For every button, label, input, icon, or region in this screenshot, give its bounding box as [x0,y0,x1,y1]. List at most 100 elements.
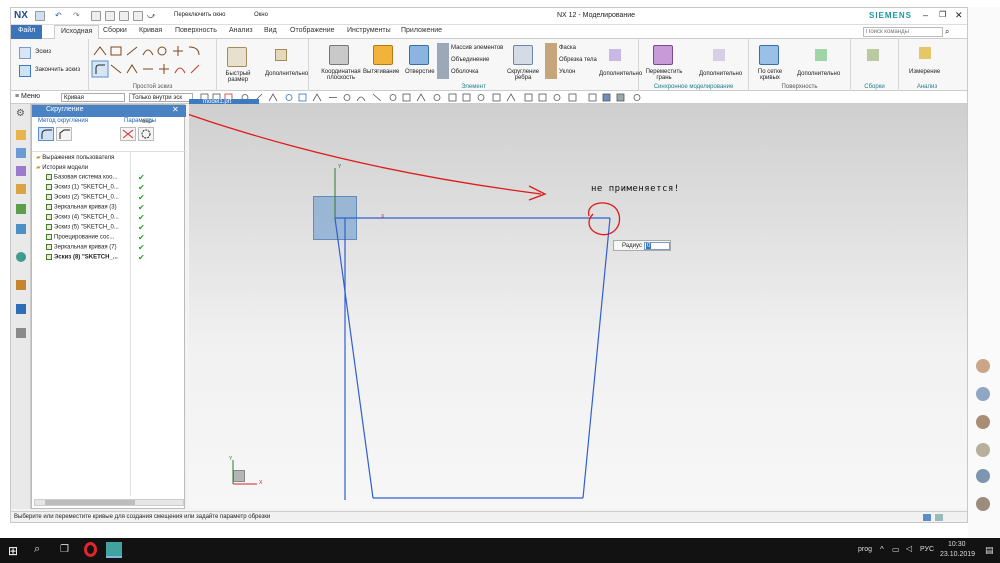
horizontal-scrollbar[interactable] [34,499,184,506]
system-materials-icon[interactable] [16,280,26,290]
history-item[interactable]: Эскиз (4) "SKETCH_0... [46,214,119,224]
checkbox-icon[interactable] [46,214,52,220]
checkbox-icon[interactable] [46,174,52,180]
sketch-tools-icons[interactable] [89,39,217,83]
chamfer-fillet-button[interactable] [56,127,72,141]
copy-icon[interactable] [105,11,115,21]
history-icon[interactable] [16,252,26,262]
history-item[interactable]: Базовая система коо... [46,174,117,184]
checkbox-icon[interactable] [46,204,52,210]
unite-button[interactable]: Объединение [451,57,489,63]
tab-home[interactable]: Исходная [54,25,100,39]
history-item[interactable]: Эскиз (5) "SKETCH_0... [46,224,119,234]
window-menu-button[interactable]: Окно [254,12,268,18]
gear-icon[interactable]: ⚙ [16,108,25,119]
finish-sketch-button[interactable]: Закончить эскиз [35,67,80,73]
avatar[interactable] [976,443,990,457]
tab-view[interactable]: Вид [264,27,277,34]
pattern-feature-button[interactable]: Массив элементов [451,45,503,51]
search-icon[interactable]: ⌕ [945,27,949,37]
pattern-feature-icon[interactable] [437,43,449,55]
move-face-icon[interactable] [653,45,673,65]
save-icon[interactable] [35,11,45,21]
avatar[interactable] [976,469,990,483]
trim-body-button[interactable]: Обрезка тела [559,57,597,63]
tab-application[interactable]: Приложение [401,27,442,34]
shell-icon[interactable] [437,67,449,79]
additional-sketch-icon[interactable] [275,49,287,61]
additional-sync-button[interactable]: Дополнительно [699,71,742,77]
chevron-up-icon[interactable]: ^ [880,545,884,554]
tab-analysis[interactable]: Анализ [229,27,253,34]
trim-body-icon[interactable] [545,55,557,67]
part-navigator-icon[interactable] [16,130,26,140]
volume-icon[interactable]: ◁ [906,544,912,553]
menu-button[interactable]: ≡ Меню [15,93,40,100]
delete-third-curve-button[interactable] [138,127,154,141]
search-input[interactable] [863,27,943,37]
radius-value-input[interactable]: 0 [644,242,670,250]
maximize-button[interactable]: ❐ [939,10,946,19]
sketch-icon[interactable] [19,47,31,59]
clock-time[interactable]: 10:30 [948,541,966,548]
sketch-profile[interactable] [334,217,611,500]
type-filter-select[interactable]: Кривая [61,93,125,102]
constraint-navigator-icon[interactable] [16,166,26,176]
assemblies-icon[interactable] [867,49,879,61]
draft-icon[interactable] [545,67,557,79]
language-indicator[interactable]: РУС [920,546,934,553]
tab-surface[interactable]: Поверхность [175,27,217,34]
model-history-node[interactable]: ▰ История модели [36,164,88,174]
tab-tools[interactable]: Инструменты [347,27,391,34]
additional-sync-icon[interactable] [713,49,725,61]
avatar[interactable] [976,415,990,429]
task-view-icon[interactable]: ❐ [60,544,69,555]
additional-sketch-button[interactable]: Дополнительно [265,71,308,77]
edge-blend-icon[interactable] [513,45,533,65]
avatar[interactable] [976,387,990,401]
chamfer-icon[interactable] [545,43,557,55]
avatar[interactable] [976,497,990,511]
opera-icon[interactable] [84,542,97,557]
assembly-navigator-icon[interactable] [16,148,26,158]
roles-icon[interactable] [16,328,26,338]
scrollbar-thumb[interactable] [45,500,135,505]
through-curves-icon[interactable] [759,45,779,65]
quick-dimension-icon[interactable] [227,47,247,67]
additional-feature-icon[interactable] [609,49,621,61]
measure-icon[interactable] [919,47,931,59]
taskbar-user[interactable]: prog [858,546,872,553]
trim-option-button[interactable] [120,127,136,141]
clock-date[interactable]: 23.10.2019 [940,551,975,558]
additional-surface-icon[interactable] [815,49,827,61]
history-item[interactable]: Зеркальная кривая (7) [46,244,117,254]
windows-start-icon[interactable]: ⊞ [8,544,18,558]
paste-icon[interactable] [119,11,129,21]
process-studio-icon[interactable] [16,304,26,314]
switch-window-button[interactable]: Переключить окно [174,12,226,18]
close-button[interactable]: ✕ [955,10,963,21]
avatar[interactable] [976,359,990,373]
right-edge-line[interactable] [582,217,611,499]
hole-icon[interactable] [409,45,429,65]
graphics-window[interactable]: Y X не применяется! Радиус 0 Y X [189,104,967,509]
hole-button[interactable]: Отверстие [405,69,435,75]
hd3d-tools-icon[interactable] [16,204,26,214]
history-item[interactable]: Зеркальная кривая (3) [46,204,117,214]
scope-select[interactable]: Только внутри эск [129,93,193,102]
edge-blend-button[interactable]: Скругление ребра [501,69,545,81]
chamfer-button[interactable]: Фаска [559,45,576,51]
snap-tools-icons[interactable] [199,92,669,103]
checkbox-icon[interactable] [46,184,52,190]
tab-file[interactable]: Файл [11,25,43,39]
minimize-button[interactable]: – [923,10,928,20]
nx-taskbar-icon[interactable] [106,542,122,558]
unite-icon[interactable] [437,55,449,67]
round-fillet-button[interactable] [38,127,54,141]
tab-display[interactable]: Отображение [290,27,335,34]
extrude-button[interactable]: Вытягивание [363,69,399,75]
undo-icon[interactable]: ↶ [55,11,62,20]
draft-button[interactable]: Уклон [559,69,575,75]
reuse-library-icon[interactable] [16,184,26,194]
history-item-current[interactable]: Эскиз (8) "SKETCH_... [46,254,118,264]
